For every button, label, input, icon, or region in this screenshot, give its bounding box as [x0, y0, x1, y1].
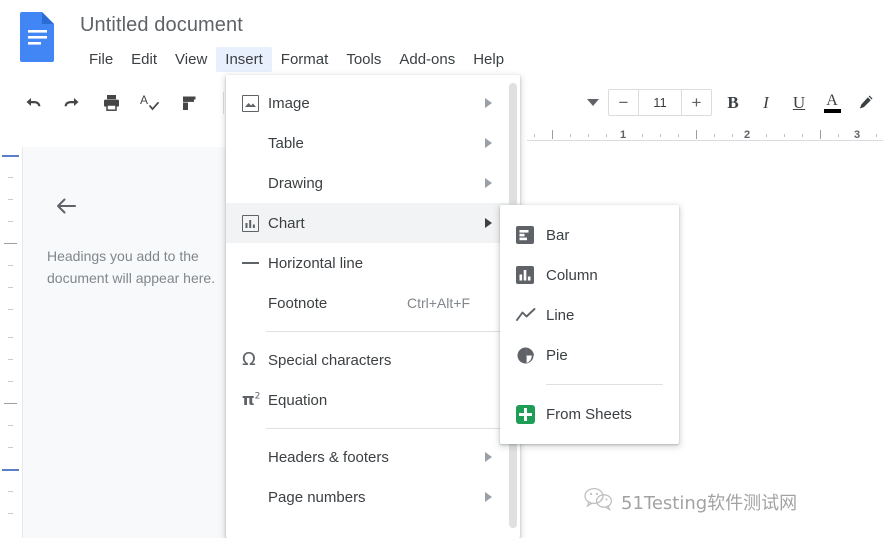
menu-tools[interactable]: Tools	[337, 47, 390, 72]
line-chart-icon	[516, 307, 546, 323]
watermark-text: 51Testing软件测试网	[621, 489, 797, 515]
watermark: 51Testing软件测试网	[583, 487, 797, 516]
submenu-arrow-icon	[485, 218, 492, 228]
insert-menu-item-table[interactable]: Table	[226, 123, 520, 163]
italic-button[interactable]: I	[754, 90, 778, 116]
menu-edit[interactable]: Edit	[122, 47, 166, 72]
submenu-arrow-icon	[485, 178, 492, 188]
font-size-decrease-button[interactable]: −	[609, 90, 638, 115]
toolbar-right-group: − 11 + B I U A	[587, 80, 877, 125]
menu-format[interactable]: Format	[272, 47, 338, 72]
insert-menu-label-table: Table	[268, 135, 506, 152]
insert-menu-item-page-numbers[interactable]: Page numbers	[226, 477, 520, 517]
chevron-down-icon[interactable]	[587, 99, 599, 106]
insert-menu-label-image: Image	[268, 95, 506, 112]
print-icon[interactable]	[100, 92, 122, 114]
pie-chart-icon	[516, 346, 546, 365]
insert-menu-label-equation: Equation	[268, 392, 506, 409]
ruler-baseline	[527, 140, 883, 141]
google-docs-logo[interactable]	[18, 10, 58, 62]
back-arrow-icon[interactable]	[49, 189, 83, 223]
google-sheets-icon	[516, 405, 546, 424]
insert-menu-label-horizontal-line: Horizontal line	[268, 255, 506, 272]
google-docs-window: Untitled document File Edit View Insert …	[0, 0, 887, 538]
insert-menu-label-page-numbers: Page numbers	[268, 489, 506, 506]
menu-divider	[266, 428, 504, 429]
outline-empty-text: Headings you add to the document will ap…	[47, 245, 237, 289]
highlight-pen-icon[interactable]	[853, 90, 877, 116]
insert-menu-item-special-characters[interactable]: Ω Special characters	[226, 340, 520, 380]
text-color-button[interactable]: A	[820, 90, 844, 116]
wechat-icon	[583, 487, 613, 516]
chart-submenu-label-pie: Pie	[546, 347, 665, 364]
image-icon	[242, 95, 268, 112]
menu-insert[interactable]: Insert	[216, 47, 272, 72]
chart-submenu-label-column: Column	[546, 267, 665, 284]
ruler-tick-1: 1	[620, 129, 626, 141]
document-title[interactable]: Untitled document	[80, 14, 243, 37]
chart-submenu-label-from-sheets: From Sheets	[546, 406, 665, 423]
toolbar-divider	[223, 92, 224, 114]
menu-divider	[546, 384, 663, 385]
menu-bar: File Edit View Insert Format Tools Add-o…	[80, 46, 513, 72]
underline-button[interactable]: U	[787, 90, 811, 116]
spellcheck-icon[interactable]: A	[139, 92, 161, 114]
insert-menu-label-drawing: Drawing	[268, 175, 506, 192]
document-outline-pane: Headings you add to the document will ap…	[22, 147, 226, 538]
insert-menu-item-footnote[interactable]: Footnote Ctrl+Alt+F	[226, 283, 520, 323]
bold-button[interactable]: B	[721, 90, 745, 116]
menu-file[interactable]: File	[80, 47, 122, 72]
insert-menu-item-drawing[interactable]: Drawing	[226, 163, 520, 203]
chart-submenu-label-line: Line	[546, 307, 665, 324]
menu-divider	[266, 331, 504, 332]
undo-icon[interactable]	[22, 92, 44, 114]
submenu-arrow-icon	[485, 492, 492, 502]
insert-menu-item-equation[interactable]: π2 Equation	[226, 380, 520, 420]
column-chart-icon	[516, 266, 546, 284]
bar-chart-icon	[516, 226, 546, 244]
chart-submenu-item-pie[interactable]: Pie	[500, 335, 679, 375]
omega-icon: Ω	[242, 351, 268, 369]
submenu-arrow-icon	[485, 98, 492, 108]
insert-menu-label-headers-footers: Headers & footers	[268, 449, 506, 466]
chart-submenu-label-bar: Bar	[546, 227, 665, 244]
chart-submenu-panel: Bar Column Line	[500, 205, 679, 444]
horizontal-line-icon	[242, 262, 268, 264]
chart-submenu-item-bar[interactable]: Bar	[500, 215, 679, 255]
paint-format-icon[interactable]	[178, 92, 200, 114]
insert-menu-label-footnote: Footnote	[268, 295, 407, 312]
vertical-ruler[interactable]	[0, 147, 22, 538]
insert-menu-label-chart: Chart	[268, 215, 506, 232]
insert-menu-label-special-characters: Special characters	[268, 352, 506, 369]
font-size-stepper: − 11 +	[608, 89, 712, 116]
menu-view[interactable]: View	[166, 47, 216, 72]
insert-menu-panel: Image Table Drawing C	[226, 75, 520, 538]
text-color-swatch	[824, 109, 841, 113]
font-size-increase-button[interactable]: +	[682, 90, 711, 115]
svg-text:A: A	[140, 93, 148, 107]
menu-help[interactable]: Help	[464, 47, 513, 72]
chart-submenu-item-column[interactable]: Column	[500, 255, 679, 295]
insert-menu-item-horizontal-line[interactable]: Horizontal line	[226, 243, 520, 283]
insert-menu-item-headers-footers[interactable]: Headers & footers	[226, 437, 520, 477]
insert-menu-item-image[interactable]: Image	[226, 83, 520, 123]
equation-icon: π2	[242, 392, 268, 408]
insert-menu-shortcut-footnote: Ctrl+Alt+F	[407, 295, 470, 311]
insert-menu-item-chart[interactable]: Chart	[226, 203, 520, 243]
chart-icon	[242, 215, 268, 232]
ruler-tick-3: 3	[854, 129, 860, 141]
chart-submenu-item-from-sheets[interactable]: From Sheets	[500, 394, 679, 434]
text-color-label: A	[826, 93, 838, 108]
toolbar-left-group: A	[22, 80, 230, 125]
chart-submenu-item-line[interactable]: Line	[500, 295, 679, 335]
submenu-arrow-icon	[485, 452, 492, 462]
app-header: Untitled document File Edit View Insert …	[0, 0, 887, 80]
menu-add-ons[interactable]: Add-ons	[390, 47, 464, 72]
redo-icon[interactable]	[61, 92, 83, 114]
ruler-tick-2: 2	[744, 129, 750, 141]
submenu-arrow-icon	[485, 138, 492, 148]
font-size-input[interactable]: 11	[638, 90, 682, 115]
